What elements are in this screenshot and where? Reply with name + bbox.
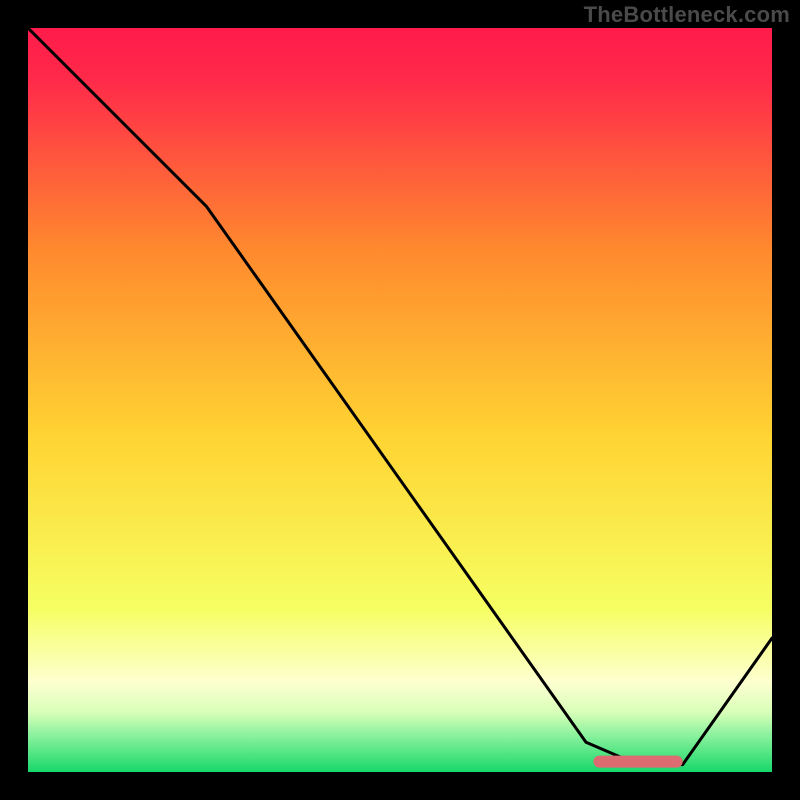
chart-svg bbox=[28, 28, 772, 772]
watermark-label: TheBottleneck.com bbox=[584, 2, 790, 28]
chart-frame: TheBottleneck.com bbox=[0, 0, 800, 800]
optimal-range-marker bbox=[593, 756, 682, 768]
plot-area bbox=[28, 28, 772, 772]
